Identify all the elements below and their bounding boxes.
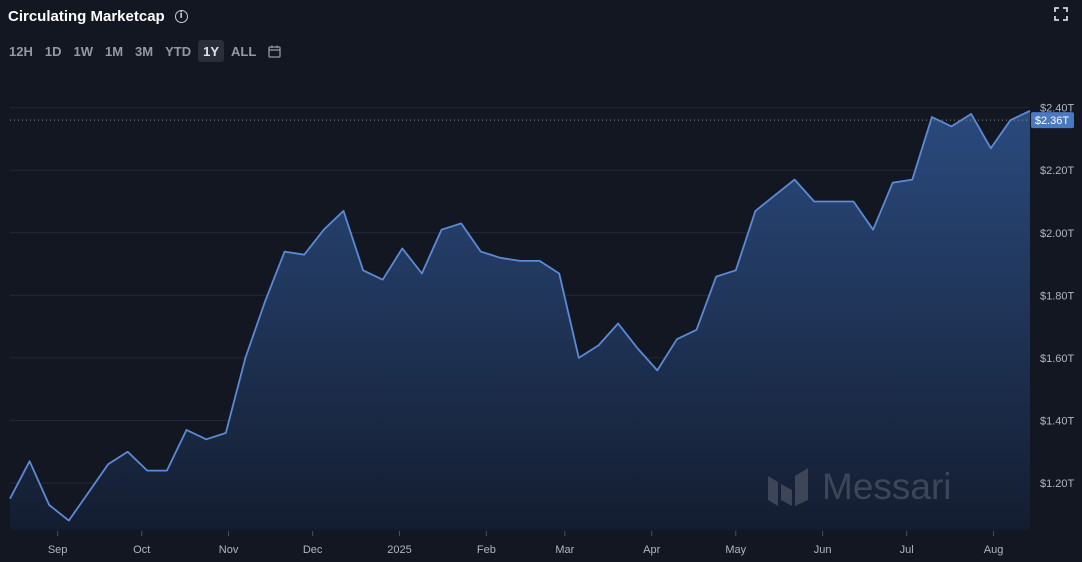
- x-tick-label: Sep: [48, 544, 68, 556]
- y-tick-label: $1.20T: [1040, 478, 1075, 490]
- y-tick-label: $1.40T: [1040, 416, 1075, 428]
- x-tick-label: Mar: [555, 544, 574, 556]
- y-tick-label: $2.00T: [1040, 228, 1075, 240]
- x-tick-label: Aug: [984, 544, 1004, 556]
- x-tick-label: 2025: [387, 544, 411, 556]
- x-tick-label: Apr: [643, 544, 660, 556]
- x-axis: Sep Oct Nov Dec 2025 Feb Mar Apr May Jun Jul Aug: [48, 531, 1004, 556]
- x-tick-label: Dec: [303, 544, 323, 556]
- watermark-text: Messari: [822, 466, 952, 507]
- last-value-marker: $2.36T: [10, 112, 1074, 129]
- y-tick-label: $1.60T: [1040, 353, 1075, 365]
- messari-logo-icon: [768, 468, 808, 506]
- watermark: Messari: [768, 466, 952, 507]
- x-tick-label: Jun: [814, 544, 832, 556]
- last-value-label: $2.36T: [1035, 115, 1070, 127]
- x-tick-label: Jul: [900, 544, 914, 556]
- x-tick-label: Oct: [133, 544, 150, 556]
- y-tick-label: $1.80T: [1040, 290, 1075, 302]
- x-tick-label: May: [725, 544, 746, 556]
- x-tick-label: Nov: [219, 544, 239, 556]
- y-tick-label: $2.20T: [1040, 165, 1075, 177]
- x-tick-label: Feb: [477, 544, 496, 556]
- y-axis: $1.20T$1.40T$1.60T$1.80T$2.00T$2.20T$2.4…: [1040, 103, 1075, 490]
